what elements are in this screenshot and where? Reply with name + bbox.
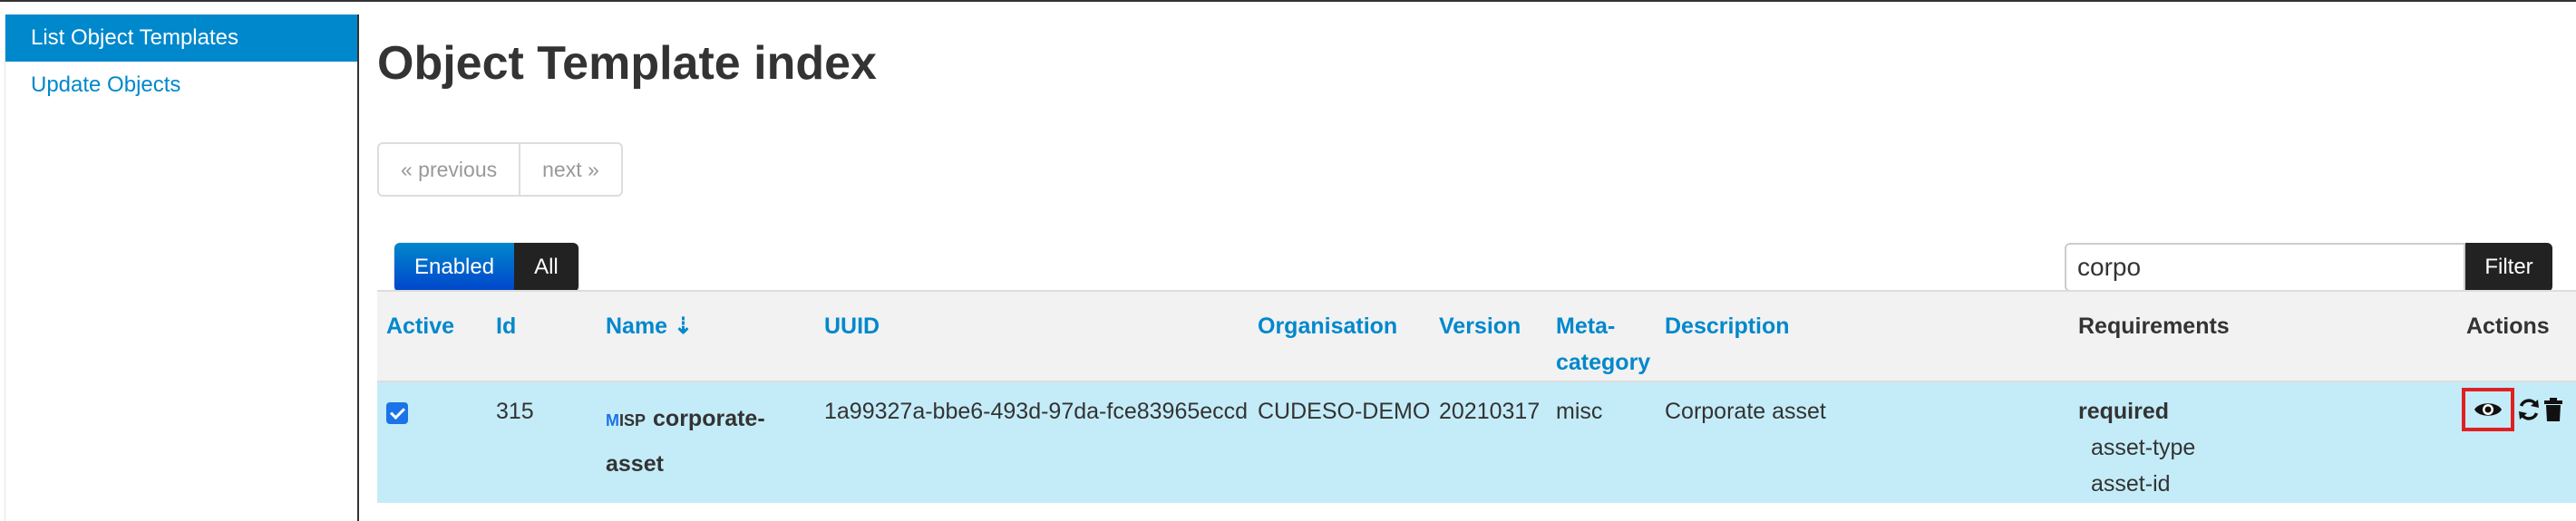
cell-id: 315 <box>496 399 534 424</box>
enabled-all-toggle: Enabled All <box>394 243 578 292</box>
header-name[interactable]: Name ⇣ <box>606 308 693 344</box>
filter-group: Filter <box>2065 243 2552 292</box>
requirement-item: asset-type <box>2091 435 2196 460</box>
requirements-title: required <box>2078 399 2170 424</box>
active-checkbox[interactable] <box>386 402 408 424</box>
update-button[interactable] <box>2516 391 2542 428</box>
cell-description: Corporate asset <box>1665 399 1826 424</box>
cell-version: 20210317 <box>1439 399 1541 424</box>
cell-requirements: required asset-type asset-id <box>2078 393 2195 502</box>
template-name-line1: corporate- <box>653 406 765 431</box>
header-organisation[interactable]: Organisation <box>1258 308 1397 344</box>
misp-logo-icon: MISP <box>606 411 646 429</box>
refresh-icon <box>2519 399 2539 420</box>
sidebar-item-list-object-templates[interactable]: List Object Templates <box>5 14 357 62</box>
filter-input[interactable] <box>2065 243 2465 292</box>
next-page-button[interactable]: next » <box>519 144 621 195</box>
all-filter-button[interactable]: All <box>514 243 578 292</box>
cell-name[interactable]: MISP corporate- asset <box>606 397 765 486</box>
header-id[interactable]: Id <box>496 308 516 344</box>
header-actions: Actions <box>2466 314 2550 339</box>
header-active[interactable]: Active <box>386 308 454 344</box>
table-row: 315 MISP corporate- asset 1a99327a-bbe6-4… <box>377 381 2576 503</box>
enabled-filter-button[interactable]: Enabled <box>394 243 515 292</box>
pagination: « previous next » <box>377 142 623 197</box>
requirement-item: asset-id <box>2091 471 2171 497</box>
previous-page-button[interactable]: « previous <box>379 144 519 195</box>
sidebar: List Object Templates Update Objects <box>5 14 359 521</box>
filter-button[interactable]: Filter <box>2465 243 2552 292</box>
cell-uuid: 1a99327a-bbe6-493d-97da-fce83965eccd <box>824 399 1249 424</box>
top-border <box>0 0 2576 2</box>
cell-meta-category: misc <box>1556 399 1603 424</box>
header-version[interactable]: Version <box>1439 308 1521 344</box>
header-meta-category-line2: category <box>1556 350 1651 375</box>
template-name-line2: asset <box>606 451 664 477</box>
trash-icon <box>2544 398 2562 421</box>
eye-icon <box>2474 403 2502 416</box>
row-actions <box>2462 388 2565 431</box>
header-description[interactable]: Description <box>1665 308 1790 344</box>
sidebar-item-update-objects[interactable]: Update Objects <box>5 62 357 109</box>
header-uuid[interactable]: UUID <box>824 308 880 344</box>
delete-button[interactable] <box>2542 391 2565 428</box>
view-button[interactable] <box>2462 388 2514 431</box>
table-header: Active Id Name ⇣ UUID Organisation Versi… <box>377 290 2576 381</box>
header-requirements: Requirements <box>2078 314 2230 339</box>
header-meta-category-line1: Meta- <box>1556 314 1616 339</box>
page-title: Object Template index <box>377 37 877 90</box>
cell-organisation[interactable]: CUDESO-DEMO <box>1258 393 1430 429</box>
header-meta-category[interactable]: Meta- category <box>1556 308 1650 381</box>
